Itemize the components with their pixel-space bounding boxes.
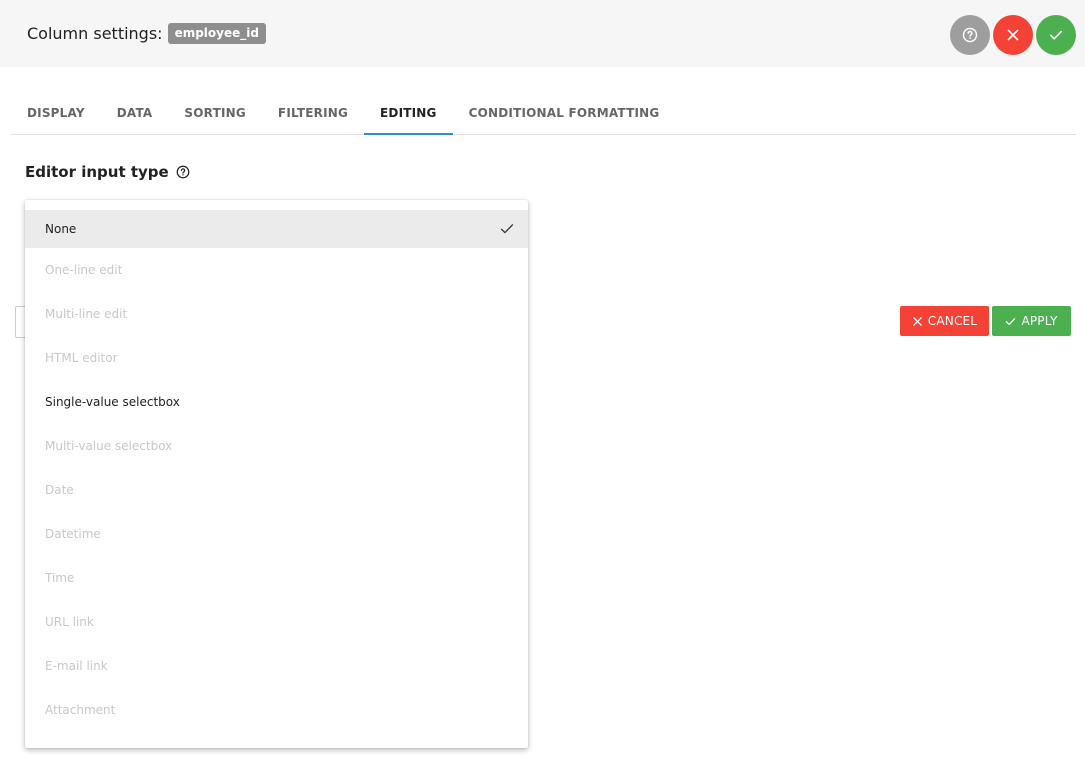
cancel-button[interactable]: CANCEL [900, 306, 989, 336]
check-icon [500, 224, 514, 234]
tab-filtering[interactable]: FILTERING [262, 92, 364, 134]
option-label: HTML editor [45, 351, 118, 365]
option-label: None [45, 222, 77, 236]
option-label: Datetime [45, 527, 101, 541]
confirm-button[interactable] [1036, 15, 1076, 55]
tab-conditional-formatting[interactable]: CONDITIONAL FORMATTING [453, 92, 676, 134]
tab-data[interactable]: DATA [101, 92, 169, 134]
editor-type-dropdown: None One-line edit Multi-line edit HTML … [25, 200, 528, 748]
option-attachment: Attachment [25, 688, 528, 732]
help-icon[interactable] [176, 165, 190, 179]
option-html-editor: HTML editor [25, 336, 528, 380]
option-date: Date [25, 468, 528, 512]
column-name-badge: employee_id [167, 23, 266, 44]
option-multi-line-edit: Multi-line edit [25, 292, 528, 336]
editor-input-type-label: Editor input type [25, 163, 190, 181]
check-icon [1006, 317, 1016, 325]
tab-editing[interactable]: EDITING [364, 92, 453, 135]
option-label: Date [45, 483, 74, 497]
close-icon [912, 316, 922, 326]
option-label: One-line edit [45, 263, 123, 277]
option-label: Attachment [45, 703, 116, 717]
apply-label: APPLY [1021, 314, 1058, 328]
option-single-value-selectbox[interactable]: Single-value selectbox [25, 380, 528, 424]
option-label: Single-value selectbox [45, 395, 180, 409]
option-time: Time [25, 556, 528, 600]
tab-display[interactable]: DISPLAY [11, 92, 101, 134]
close-icon [1007, 29, 1019, 41]
help-circle-icon [962, 27, 978, 43]
option-url-link: URL link [25, 600, 528, 644]
option-label: Time [45, 571, 75, 585]
option-multi-value-selectbox: Multi-value selectbox [25, 424, 528, 468]
apply-button[interactable]: APPLY [992, 306, 1071, 336]
check-icon [1050, 30, 1062, 40]
dialog-title-text: Column settings: [27, 24, 163, 43]
editor-input-type-text: Editor input type [25, 163, 169, 181]
settings-tabs: DISPLAY DATA SORTING FILTERING EDITING C… [11, 92, 1076, 135]
option-email-link: E-mail link [25, 644, 528, 688]
help-button[interactable] [950, 15, 990, 55]
option-label: E-mail link [45, 659, 108, 673]
close-button[interactable] [993, 15, 1033, 55]
option-label: Multi-line edit [45, 307, 128, 321]
option-none[interactable]: None [25, 210, 528, 248]
cancel-label: CANCEL [927, 314, 978, 328]
option-label: Multi-value selectbox [45, 439, 173, 453]
tab-sorting[interactable]: SORTING [168, 92, 262, 134]
dialog-title: Column settings: employee_id [27, 23, 266, 44]
option-label: URL link [45, 615, 94, 629]
dialog-header: Column settings: employee_id [0, 0, 1085, 67]
option-one-line-edit: One-line edit [25, 248, 528, 292]
option-datetime: Datetime [25, 512, 528, 556]
